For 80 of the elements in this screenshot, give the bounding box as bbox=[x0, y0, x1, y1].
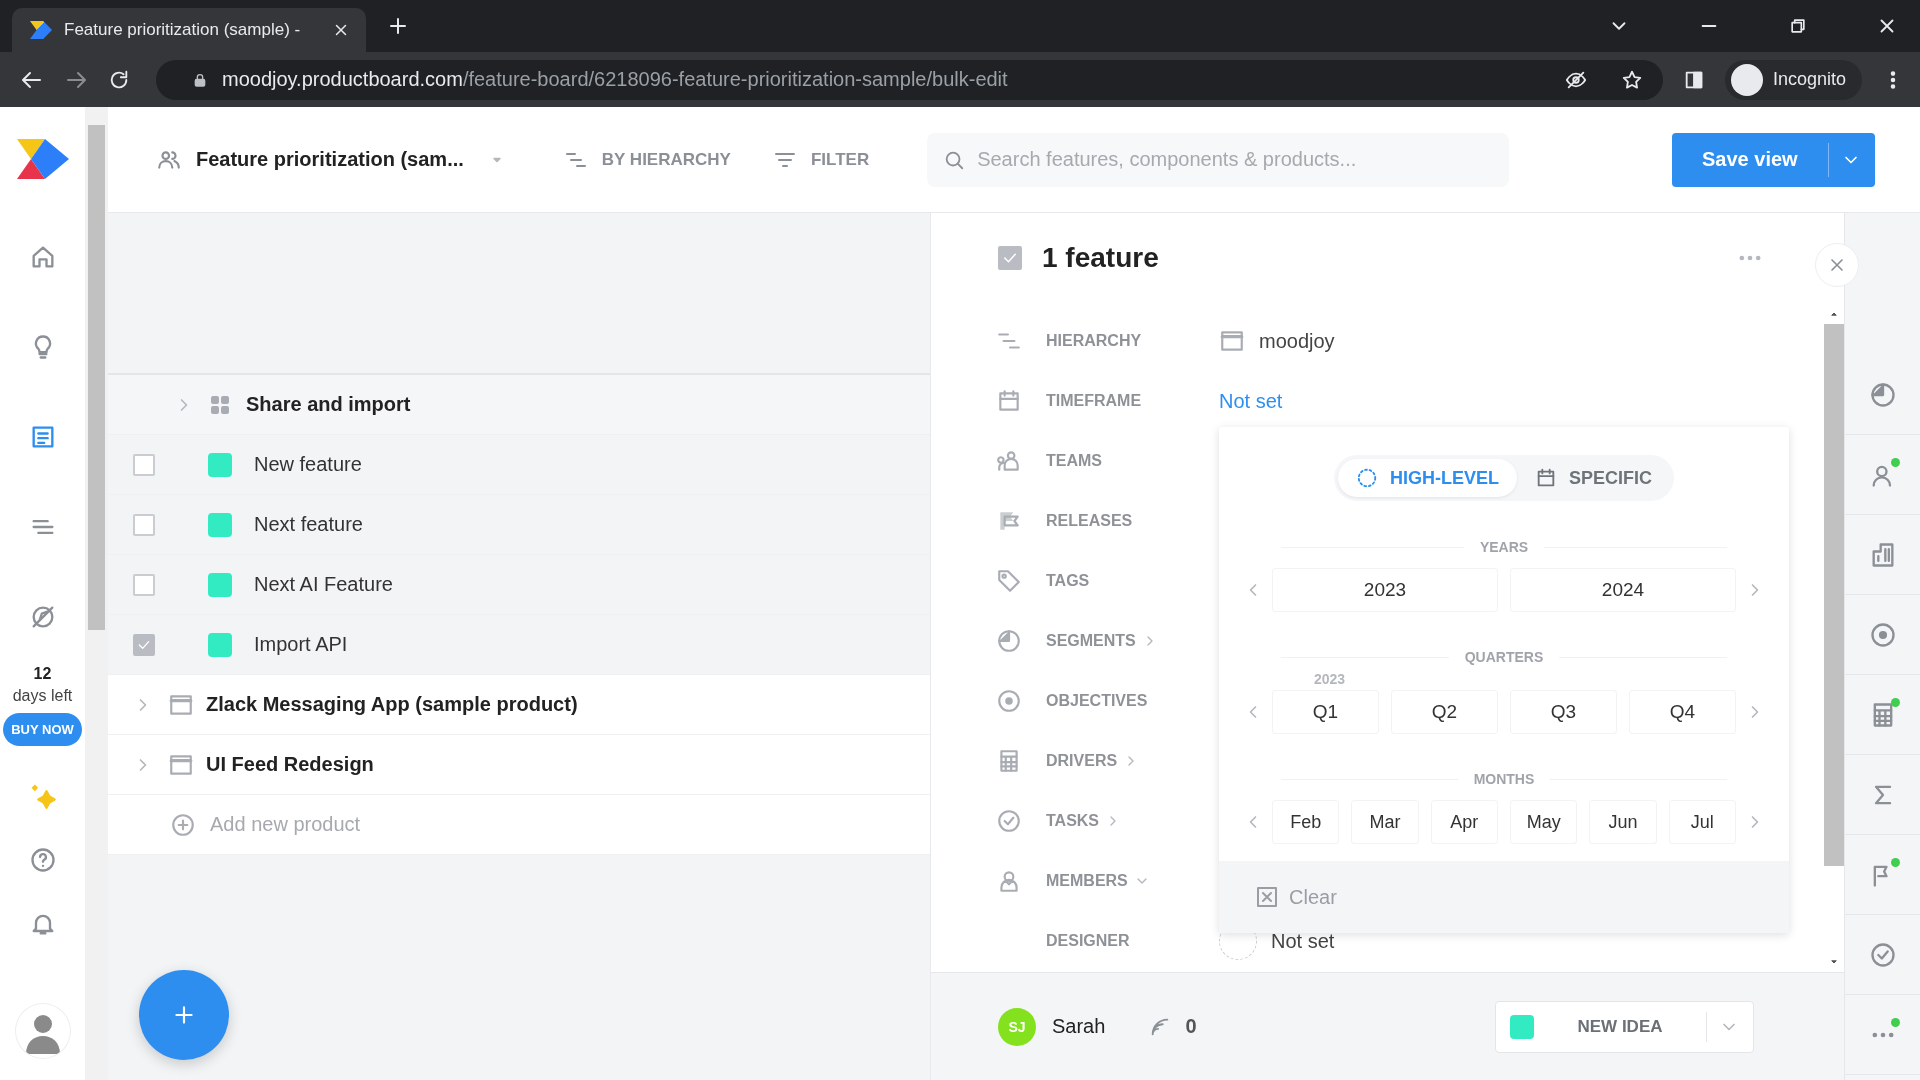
scrollbar[interactable] bbox=[85, 107, 108, 1080]
property-label: TEAMS bbox=[1046, 452, 1102, 470]
feature-name[interactable]: Next feature bbox=[254, 513, 363, 536]
checkbox[interactable] bbox=[133, 573, 155, 596]
detail-title: 1 feature bbox=[1042, 242, 1159, 274]
dotted-circle-icon bbox=[1356, 467, 1378, 489]
period-option[interactable]: Q4 bbox=[1630, 691, 1735, 733]
year-label: 2023 bbox=[1314, 671, 1347, 687]
period-option[interactable]: Mar bbox=[1352, 801, 1418, 843]
new-idea-button[interactable]: NEW IDEA bbox=[1495, 1000, 1754, 1053]
status-square bbox=[208, 452, 232, 477]
section-title: QUARTERS bbox=[1448, 649, 1560, 665]
property-label: TAGS bbox=[1046, 572, 1090, 590]
status-square bbox=[208, 632, 232, 657]
period-option[interactable]: Apr bbox=[1431, 801, 1497, 843]
calendar-icon bbox=[1535, 467, 1557, 489]
target-icon bbox=[996, 688, 1022, 714]
property-label: DESIGNER bbox=[1046, 932, 1130, 950]
count: 0 bbox=[1185, 1015, 1197, 1038]
teams-icon bbox=[996, 448, 1022, 474]
period-option[interactable]: Feb bbox=[1273, 801, 1339, 843]
star-icon[interactable] bbox=[1620, 68, 1643, 91]
property-label: TIMEFRAME bbox=[1046, 392, 1142, 410]
property-label: RELEASES bbox=[1046, 512, 1133, 530]
user-name: Sarah bbox=[1052, 1015, 1106, 1038]
trial-label: days left bbox=[12, 687, 73, 705]
add-icon bbox=[170, 811, 196, 838]
avatar[interactable] bbox=[15, 1004, 70, 1058]
period-option[interactable]: Jun bbox=[1590, 801, 1656, 843]
mode-tab[interactable]: SPECIFIC bbox=[1517, 459, 1670, 497]
property-value: moodjoy bbox=[1259, 329, 1335, 353]
lock-icon bbox=[192, 71, 208, 88]
check-circle-icon[interactable] bbox=[1868, 940, 1897, 969]
checkbox[interactable] bbox=[133, 513, 155, 536]
status-square bbox=[208, 512, 232, 537]
section-title: MONTHS bbox=[1457, 771, 1551, 787]
property-label: HIERARCHY bbox=[1046, 332, 1142, 350]
browser-tab[interactable]: Feature prioritization (sample) - bbox=[12, 8, 366, 52]
check-circle-icon bbox=[996, 808, 1022, 834]
profile-button[interactable]: Incognito bbox=[1724, 59, 1862, 100]
calendar-icon bbox=[996, 388, 1022, 414]
url-text: moodjoy.productboard.com/feature-board/6218096-feature-prioritization-sample/bulk-edit bbox=[222, 68, 1008, 91]
product-name[interactable]: UI Feed Redesign bbox=[206, 753, 374, 776]
favicon-icon bbox=[30, 21, 52, 39]
period-option[interactable]: 2023 bbox=[1273, 569, 1497, 611]
feature-name[interactable]: New feature bbox=[254, 453, 362, 476]
period-option[interactable]: 2024 bbox=[1511, 569, 1735, 611]
period-option[interactable]: Q1 bbox=[1273, 691, 1378, 733]
window-icon bbox=[1219, 328, 1245, 354]
user-avatar: SJ bbox=[998, 1007, 1036, 1046]
add-button[interactable] bbox=[139, 970, 229, 1060]
checkbox[interactable] bbox=[133, 453, 155, 476]
reload-icon[interactable] bbox=[108, 68, 130, 91]
status-square bbox=[208, 572, 232, 597]
period-option[interactable]: Q2 bbox=[1392, 691, 1497, 733]
address-bar[interactable]: moodjoy.productboard.com/feature-board/6218096-feature-prioritization-sample/bulk-edit bbox=[156, 59, 1663, 100]
status-square bbox=[1510, 1014, 1534, 1039]
checkbox[interactable] bbox=[133, 633, 155, 656]
property-value: Not set bbox=[1271, 929, 1335, 953]
feature-name[interactable]: Next AI Feature bbox=[254, 573, 393, 596]
target-icon[interactable] bbox=[1868, 620, 1897, 649]
checkbox[interactable] bbox=[998, 246, 1022, 270]
property-label: OBJECTIVES bbox=[1046, 692, 1148, 710]
clear-icon bbox=[1255, 885, 1279, 909]
tab-title: Feature prioritization (sample) - bbox=[64, 20, 302, 40]
pie-icon[interactable] bbox=[1868, 380, 1897, 409]
period-option[interactable]: Jul bbox=[1669, 801, 1735, 843]
pie-icon bbox=[996, 628, 1022, 654]
restore-icon[interactable] bbox=[1788, 16, 1808, 36]
section-title: YEARS bbox=[1463, 539, 1545, 555]
trial-days: 12 bbox=[33, 665, 52, 683]
product-name[interactable]: Zlack Messaging App (sample product) bbox=[206, 693, 578, 716]
tag-icon bbox=[996, 568, 1022, 594]
feature-name[interactable]: Import API bbox=[254, 633, 348, 656]
search-field[interactable]: Search features, components & products... bbox=[927, 132, 1510, 187]
period-option[interactable]: Q3 bbox=[1511, 691, 1616, 733]
group-name[interactable]: Share and import bbox=[246, 393, 411, 416]
help-icon[interactable] bbox=[28, 846, 57, 874]
period-option[interactable]: May bbox=[1511, 801, 1577, 843]
board-title[interactable]: Feature prioritization (sam... bbox=[196, 148, 464, 171]
